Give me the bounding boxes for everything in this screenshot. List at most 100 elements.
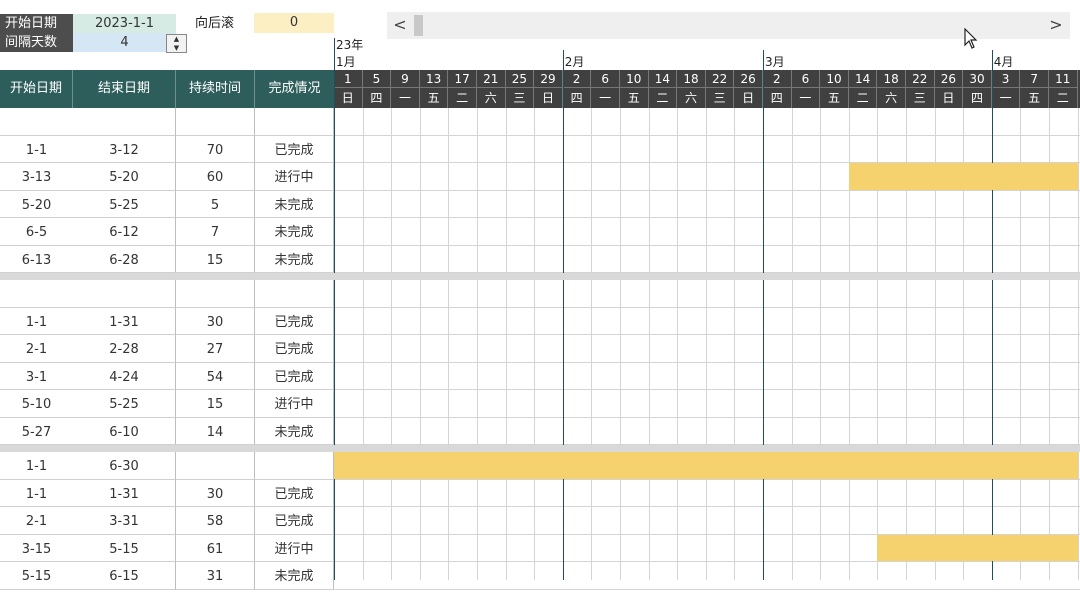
end-date-cell[interactable] [73,108,176,136]
grid-col-line [477,108,478,580]
status-cell[interactable]: 已完成 [255,507,334,535]
status-cell[interactable]: 已完成 [255,307,334,335]
start-date-cell[interactable]: 5-27 [0,418,73,445]
duration-cell[interactable] [176,280,255,308]
end-date-cell[interactable]: 6-12 [73,218,176,246]
column-header[interactable]: 完成情况 [255,70,334,108]
scroll-thumb[interactable] [414,15,423,36]
status-cell[interactable]: 未完成 [255,562,334,590]
scroll-left-button[interactable]: < [388,12,412,39]
duration-cell[interactable]: 61 [176,534,255,562]
interval-spinner[interactable]: ▲ ▼ [166,34,187,53]
status-cell[interactable]: 已完成 [255,479,334,507]
status-cell[interactable] [255,108,334,136]
weekday: 一 [391,88,420,108]
duration-cell[interactable]: 27 [176,335,255,363]
end-date-cell[interactable]: 5-20 [73,163,176,191]
duration-cell[interactable]: 5 [176,190,255,218]
day-number: 18 [677,70,706,88]
duration-cell[interactable]: 54 [176,362,255,390]
scroll-offset-input[interactable]: 0 [254,13,334,33]
scroll-right-button[interactable]: > [1044,12,1068,39]
start-date-cell[interactable]: 1-1 [0,480,73,507]
status-cell[interactable]: 未完成 [255,417,334,445]
start-date-cell[interactable]: 3-13 [0,163,73,191]
end-date-cell[interactable]: 2-28 [73,335,176,363]
column-header[interactable]: 结束日期 [73,70,176,108]
weekday: 日 [934,88,964,108]
end-date-cell[interactable]: 1-31 [73,307,176,335]
start-date-cell[interactable]: 5-15 [0,562,73,590]
spin-up-icon[interactable]: ▲ [167,35,186,44]
start-date-cell[interactable]: 6-5 [0,218,73,246]
end-date-cell[interactable]: 3-12 [73,135,176,163]
start-date-cell[interactable]: 2-1 [0,335,73,363]
day-number: 14 [648,70,678,88]
end-date-cell[interactable]: 5-25 [73,390,176,418]
grid-row-line [334,306,1080,308]
status-cell[interactable]: 未完成 [255,245,334,273]
weekday: 日 [534,88,563,108]
status-cell[interactable]: 已完成 [255,135,334,163]
end-date-cell[interactable]: 6-15 [73,562,176,590]
column-header[interactable]: 持续时间 [176,70,255,108]
end-date-cell[interactable]: 4-24 [73,362,176,390]
end-date-cell[interactable]: 6-30 [73,452,176,480]
duration-cell[interactable]: 58 [176,507,255,535]
status-cell[interactable]: 未完成 [255,218,334,246]
day-number: 13 [419,70,449,88]
duration-cell[interactable]: 15 [176,390,255,418]
start-date-cell[interactable]: 3-15 [0,535,73,562]
duration-cell[interactable]: 30 [176,307,255,335]
end-date-cell[interactable]: 1-31 [73,479,176,507]
duration-cell[interactable]: 60 [176,163,255,191]
day-number: 22 [705,70,735,88]
status-cell[interactable]: 未完成 [255,190,334,218]
end-date-cell[interactable]: 5-25 [73,190,176,218]
weekday: 四 [362,88,392,108]
interval-days-input[interactable]: 4 [73,33,176,52]
end-date-cell[interactable]: 6-10 [73,417,176,445]
duration-cell[interactable] [176,452,255,480]
end-date-cell[interactable]: 5-15 [73,534,176,562]
duration-cell[interactable]: 14 [176,417,255,445]
start-date-cell[interactable]: 3-1 [0,363,73,390]
status-cell[interactable]: 进行中 [255,534,334,562]
end-date-cell[interactable]: 6-28 [73,245,176,273]
duration-cell[interactable]: 70 [176,135,255,163]
grid-row-line [334,361,1080,363]
day-number: 1 [334,70,363,88]
status-cell[interactable]: 已完成 [255,362,334,390]
status-cell[interactable] [255,452,334,480]
start-date-input[interactable]: 2023-1-1 [73,14,176,33]
status-cell[interactable]: 进行中 [255,163,334,191]
status-cell[interactable]: 进行中 [255,390,334,418]
column-header[interactable]: 开始日期 [0,70,73,108]
start-date-cell[interactable]: 5-10 [0,390,73,418]
month-divider-line [334,38,335,580]
duration-cell[interactable] [176,108,255,136]
duration-cell[interactable]: 31 [176,562,255,590]
grid-col-line [734,108,736,580]
end-date-cell[interactable] [73,280,176,308]
scroll-offset-label: 向后滚 [195,16,235,31]
start-date-cell[interactable]: 1-1 [0,136,73,163]
grid-row-line [334,561,1080,562]
spin-down-icon[interactable]: ▼ [167,44,186,53]
grid-row-line [334,334,1080,335]
duration-cell[interactable]: 7 [176,218,255,246]
status-cell[interactable] [255,280,334,308]
start-date-cell[interactable] [0,280,73,308]
start-date-cell[interactable]: 2-1 [0,507,73,535]
duration-cell[interactable]: 30 [176,479,255,507]
start-date-cell[interactable]: 1-1 [0,308,73,335]
start-date-cell[interactable]: 1-1 [0,452,73,480]
grid-col-line [391,108,393,580]
day-number: 2 [763,70,792,88]
start-date-cell[interactable]: 6-13 [0,246,73,273]
end-date-cell[interactable]: 3-31 [73,507,176,535]
start-date-cell[interactable] [0,108,73,136]
status-cell[interactable]: 已完成 [255,335,334,363]
duration-cell[interactable]: 15 [176,245,255,273]
start-date-cell[interactable]: 5-20 [0,191,73,218]
